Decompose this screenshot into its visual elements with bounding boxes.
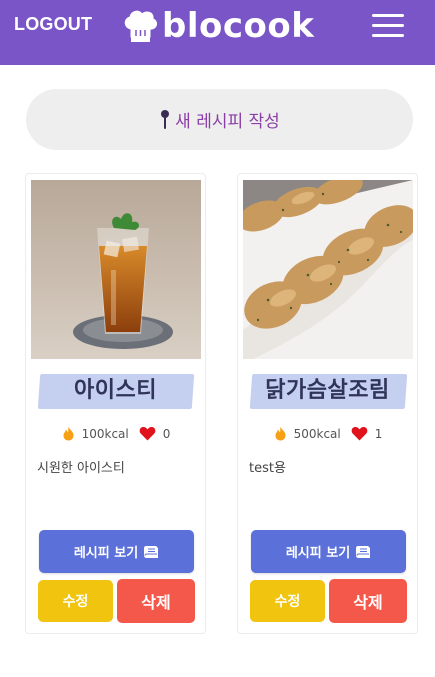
recipe-title-wrap: 닭가슴살조림 — [238, 372, 417, 410]
recipe-title: 닭가슴살조림 — [265, 378, 390, 403]
recipe-description: test용 — [249, 461, 286, 476]
recipe-card: 아이스티 100kcal 0 시원한 아이스티 레시피 보기 수정 삭제 — [25, 173, 206, 634]
brand-logo[interactable]: blocook — [121, 6, 314, 46]
recipe-card: 닭가슴살조림 500kcal 1 test용 레시피 보기 수정 삭제 — [237, 173, 418, 634]
view-recipe-button[interactable]: 레시피 보기 — [39, 530, 194, 573]
like-count: 1 — [374, 426, 383, 441]
view-recipe-button[interactable]: 레시피 보기 — [251, 530, 406, 573]
recipe-description: 시원한 아이스티 — [37, 461, 125, 476]
edit-button[interactable]: 수정 — [38, 580, 113, 622]
chef-hat-icon — [124, 10, 158, 42]
view-recipe-label: 레시피 보기 — [73, 546, 139, 561]
hamburger-menu-icon[interactable] — [372, 12, 406, 40]
recipe-photo[interactable] — [31, 180, 201, 359]
view-recipe-label: 레시피 보기 — [285, 546, 351, 561]
new-recipe-button[interactable]: 새 레시피 작성 — [26, 89, 413, 150]
recipe-title-wrap: 아이스티 — [26, 372, 205, 410]
calorie-value: 500kcal — [293, 426, 341, 441]
fire-icon — [63, 427, 74, 441]
like-count: 0 — [162, 426, 171, 441]
delete-button[interactable]: 삭제 — [329, 579, 407, 623]
recipe-photo[interactable] — [243, 180, 413, 359]
recipe-stats: 100kcal 0 — [26, 426, 205, 441]
book-icon — [356, 545, 371, 558]
pin-icon — [161, 109, 170, 129]
heart-icon[interactable] — [351, 426, 368, 441]
logout-link[interactable]: LOGOUT — [14, 14, 92, 35]
fire-icon — [275, 427, 286, 441]
delete-button[interactable]: 삭제 — [117, 579, 195, 623]
top-navbar: LOGOUT blocook — [0, 0, 435, 65]
new-recipe-label: 새 레시피 작성 — [175, 112, 280, 132]
brand-name: blocook — [162, 6, 315, 46]
book-icon — [144, 545, 159, 558]
calorie-value: 100kcal — [81, 426, 129, 441]
edit-button[interactable]: 수정 — [250, 580, 325, 622]
heart-icon[interactable] — [139, 426, 156, 441]
recipe-title: 아이스티 — [74, 378, 157, 403]
recipe-stats: 500kcal 1 — [238, 426, 417, 441]
